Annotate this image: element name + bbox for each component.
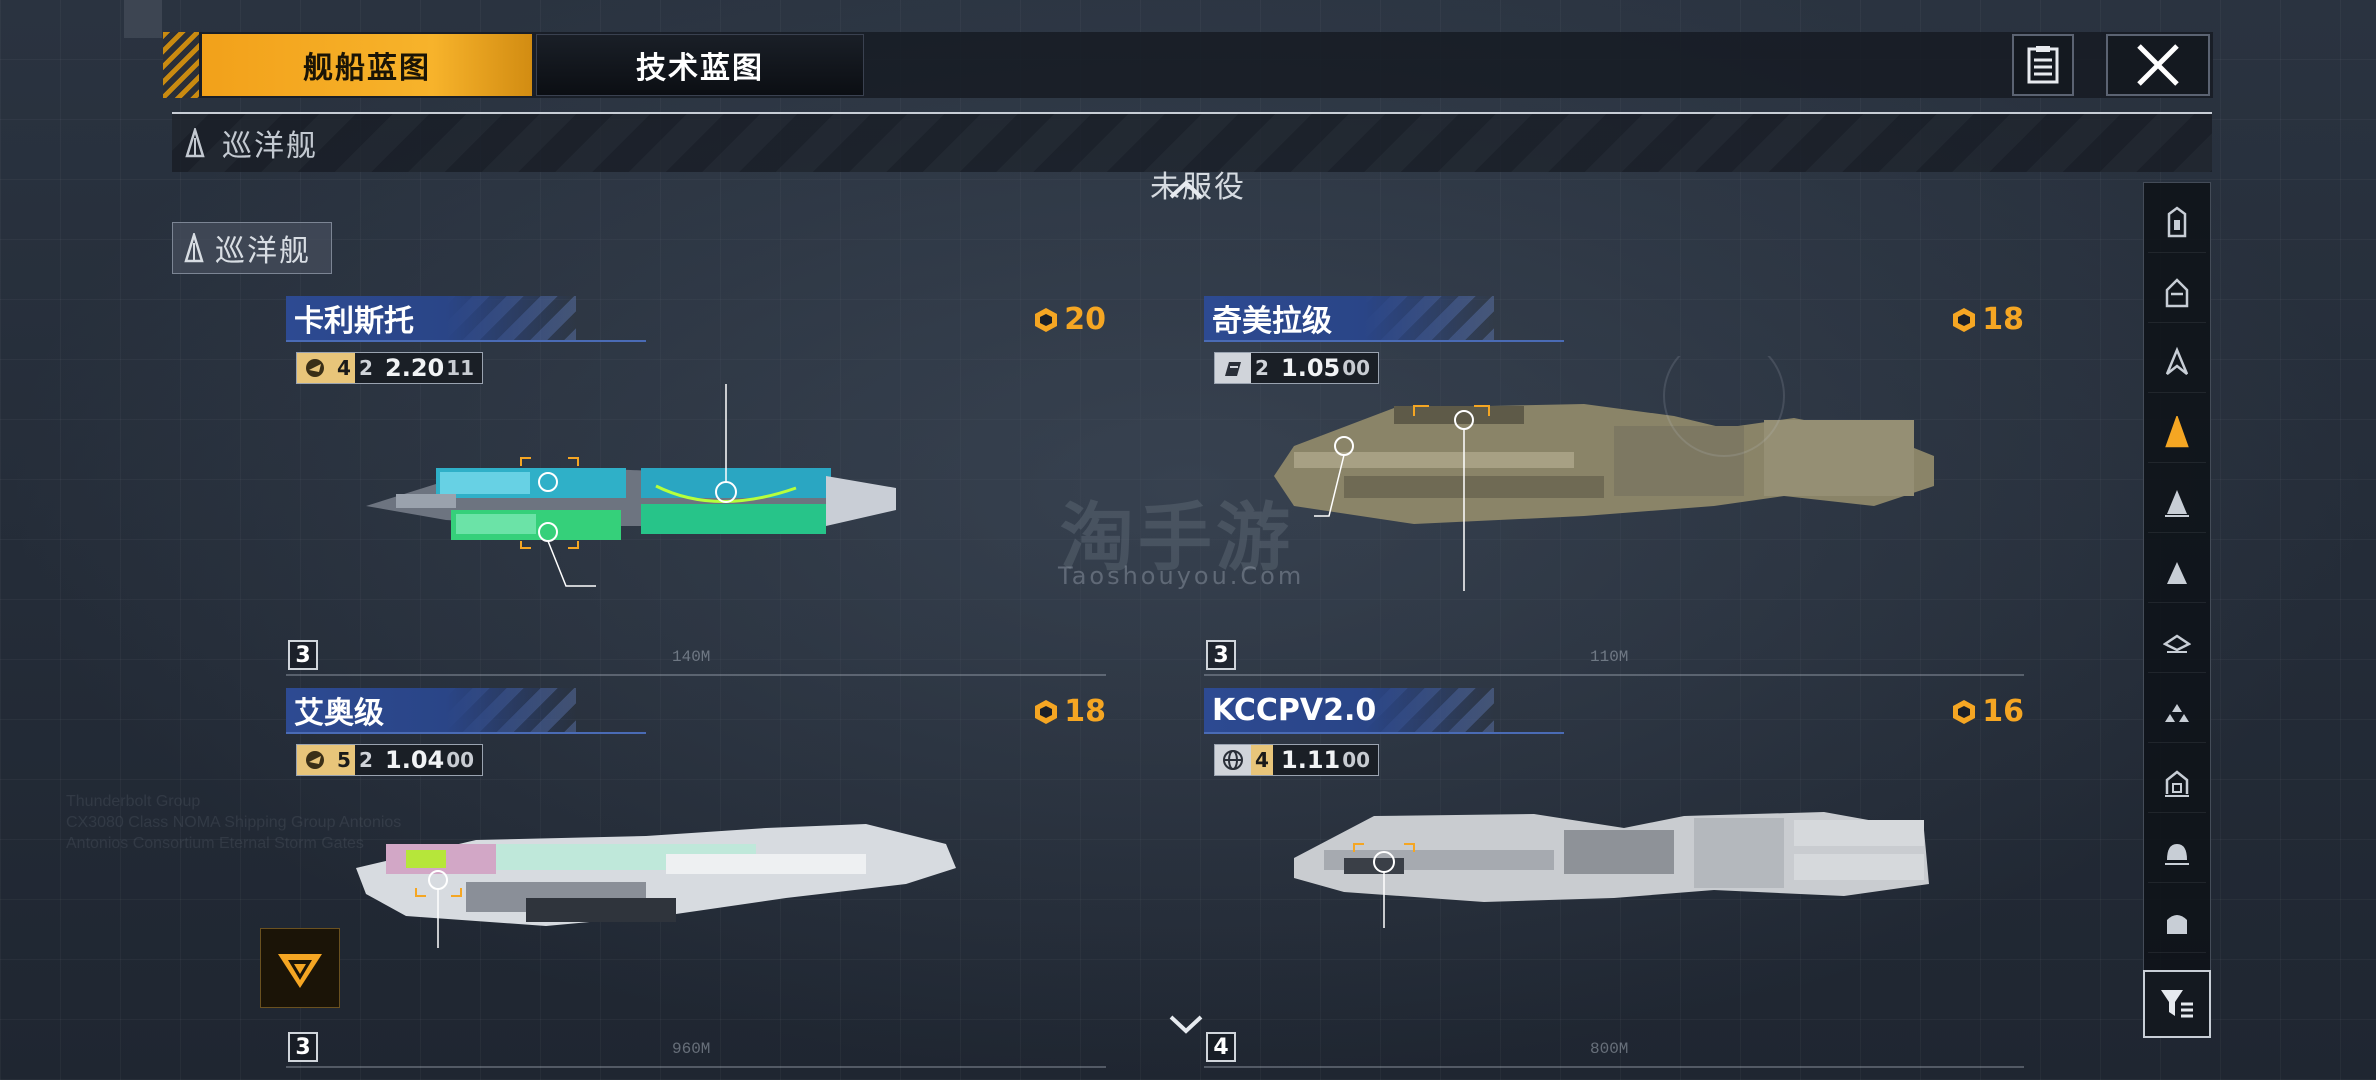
ship-cost-value: 20 xyxy=(1064,302,1106,337)
filter-icon xyxy=(2161,990,2193,1018)
sidebar-item-fighter[interactable] xyxy=(2148,681,2206,743)
scale-line xyxy=(1204,1066,2024,1068)
ship-name: 奇美拉级 xyxy=(1204,296,1494,340)
ship-length: 110M xyxy=(1590,648,1629,666)
cruiser-icon xyxy=(185,128,205,158)
close-button[interactable] xyxy=(2106,34,2210,96)
corner-decoration xyxy=(124,0,162,38)
ship-card-chimera[interactable]: 奇美拉级 18 2 1.05 00 110M 3 xyxy=(1204,296,2024,676)
battlecruiser-class-icon xyxy=(2165,277,2189,307)
flag-icon xyxy=(1215,353,1251,383)
ship-length: 960M xyxy=(672,1040,711,1058)
title-underline xyxy=(1204,732,1564,734)
fighter-class-icon xyxy=(2165,703,2189,722)
ship-card-callisto[interactable]: 卡利斯托 20 4 2 2.20 11 140M 3 xyxy=(286,296,1106,676)
rocket-icon xyxy=(297,353,333,383)
ship-stats: 5 2 1.04 00 xyxy=(296,744,484,776)
top-bar-stripe xyxy=(163,32,199,98)
ship-cost: 18 xyxy=(1032,694,1106,729)
stat-b: 4 xyxy=(1251,745,1273,775)
scale-line xyxy=(286,1066,1106,1068)
stat-value: 1.04 00 xyxy=(377,745,483,775)
chevron-up-icon[interactable] xyxy=(1168,178,1204,200)
cost-icon xyxy=(1035,307,1058,332)
title-underline xyxy=(286,340,646,342)
scale-line xyxy=(1204,674,2024,676)
ship-level: 3 xyxy=(288,640,318,670)
sidebar-item-station[interactable] xyxy=(2148,751,2206,813)
sidebar-item-hangar[interactable] xyxy=(2148,821,2206,883)
ship-model-kccpv2 xyxy=(1294,812,1929,928)
cargo-class-icon xyxy=(2167,914,2187,934)
ship-card-io[interactable]: 艾奥级 18 5 2 1.04 00 960M 3 xyxy=(286,688,1106,1068)
destroyer-class-icon xyxy=(2165,489,2189,517)
faction-emblem[interactable] xyxy=(260,928,340,1008)
sidebar-item-destroyer[interactable] xyxy=(2148,471,2206,533)
sidebar-item-cargo[interactable] xyxy=(2148,891,2206,953)
cost-icon xyxy=(1953,307,1976,332)
close-icon xyxy=(2137,44,2179,86)
hangar-class-icon xyxy=(2165,843,2189,865)
ship-name: KCCPV2.0 xyxy=(1204,688,1494,732)
ship-model-callisto xyxy=(366,384,896,587)
sidebar-item-corvette[interactable] xyxy=(2148,611,2206,673)
stat-a: 4 xyxy=(333,353,355,383)
tab-ship-blueprint[interactable]: 舰船蓝图 xyxy=(202,34,532,96)
sidebar-item-carrier[interactable] xyxy=(2148,191,2206,253)
ship-level: 3 xyxy=(288,1032,318,1062)
station-class-icon xyxy=(2165,769,2189,797)
ship-cost-value: 16 xyxy=(1982,694,2024,729)
title-underline xyxy=(1204,340,1564,342)
ship-cost-value: 18 xyxy=(1064,694,1106,729)
ship-card-kccpv2[interactable]: KCCPV2.0 16 4 1.11 00 800M 4 xyxy=(1204,688,2024,1068)
ship-class-sidebar xyxy=(2143,182,2211,1038)
ship-name: 卡利斯托 xyxy=(286,296,576,340)
category-chip-label: 巡洋舰 xyxy=(215,234,311,269)
cruiser-class-icon xyxy=(2165,415,2189,447)
rocket-icon xyxy=(297,745,333,775)
ship-level: 4 xyxy=(1206,1032,1236,1062)
tab-tech-blueprint[interactable]: 技术蓝图 xyxy=(536,34,864,96)
sidebar-item-cruiser[interactable] xyxy=(2148,401,2206,463)
ship-length: 800M xyxy=(1590,1040,1629,1058)
sidebar-item-auxiliary[interactable] xyxy=(2148,331,2206,393)
auxiliary-class-icon xyxy=(2165,346,2189,375)
ship-level: 3 xyxy=(1206,640,1236,670)
ship-cost: 20 xyxy=(1032,302,1106,337)
stat-value: 1.11 00 xyxy=(1273,745,1379,775)
cost-icon xyxy=(1035,699,1058,724)
carrier-class-icon xyxy=(2167,205,2187,237)
sidebar-item-frigate[interactable] xyxy=(2148,541,2206,603)
title-underline xyxy=(286,732,646,734)
ship-model-io xyxy=(356,824,956,948)
ship-cost: 18 xyxy=(1950,302,2024,337)
stat-a: 5 xyxy=(333,745,355,775)
emblem-triangle-icon xyxy=(278,954,322,988)
frigate-class-icon xyxy=(2167,561,2187,584)
filter-button[interactable] xyxy=(2143,970,2211,1038)
ship-name: 艾奥级 xyxy=(286,688,576,732)
corvette-class-icon xyxy=(2163,633,2191,653)
notes-button[interactable] xyxy=(2012,34,2074,96)
category-chip[interactable]: 巡洋舰 xyxy=(172,222,332,274)
ship-model-chimera xyxy=(1274,356,1934,591)
ship-length: 140M xyxy=(672,648,711,666)
scale-line xyxy=(286,674,1106,676)
category-header-label: 巡洋舰 xyxy=(222,129,318,164)
stat-b: 2 xyxy=(355,745,377,775)
ship-cost-value: 18 xyxy=(1982,302,2024,337)
globe-icon xyxy=(1215,745,1251,775)
sidebar-item-battlecruiser[interactable] xyxy=(2148,261,2206,323)
ship-stats: 4 1.11 00 xyxy=(1214,744,1380,776)
document-list-icon xyxy=(2027,46,2059,84)
cost-icon xyxy=(1953,699,1976,724)
cruiser-icon xyxy=(184,233,204,263)
ship-cost: 16 xyxy=(1950,694,2024,729)
chevron-down-icon[interactable] xyxy=(1168,1014,1204,1036)
